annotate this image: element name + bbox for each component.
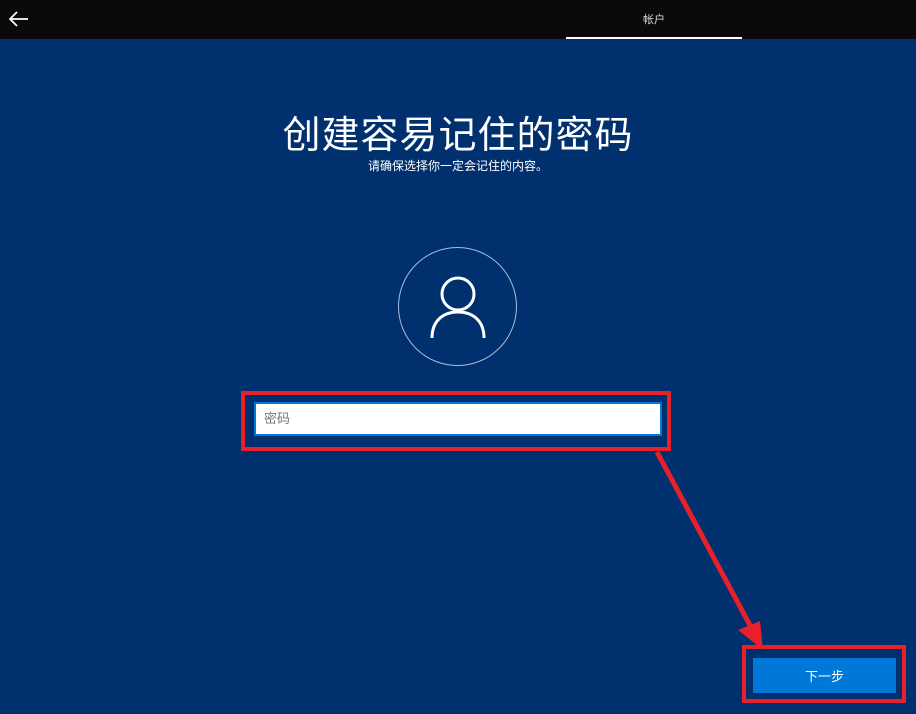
top-bar: 帐户 (0, 0, 916, 39)
page-subtitle: 请确保选择你一定会记住的内容。 (367, 159, 548, 173)
tab-account-label: 帐户 (643, 12, 665, 26)
back-arrow-icon (9, 11, 28, 27)
avatar (398, 247, 517, 366)
back-button[interactable] (6, 6, 32, 32)
tab-account[interactable]: 帐户 (566, 0, 742, 39)
password-input[interactable] (254, 402, 662, 436)
page-title: 创建容易记住的密码 (282, 113, 634, 157)
next-button[interactable]: 下一步 (753, 658, 896, 693)
user-icon (430, 276, 485, 338)
